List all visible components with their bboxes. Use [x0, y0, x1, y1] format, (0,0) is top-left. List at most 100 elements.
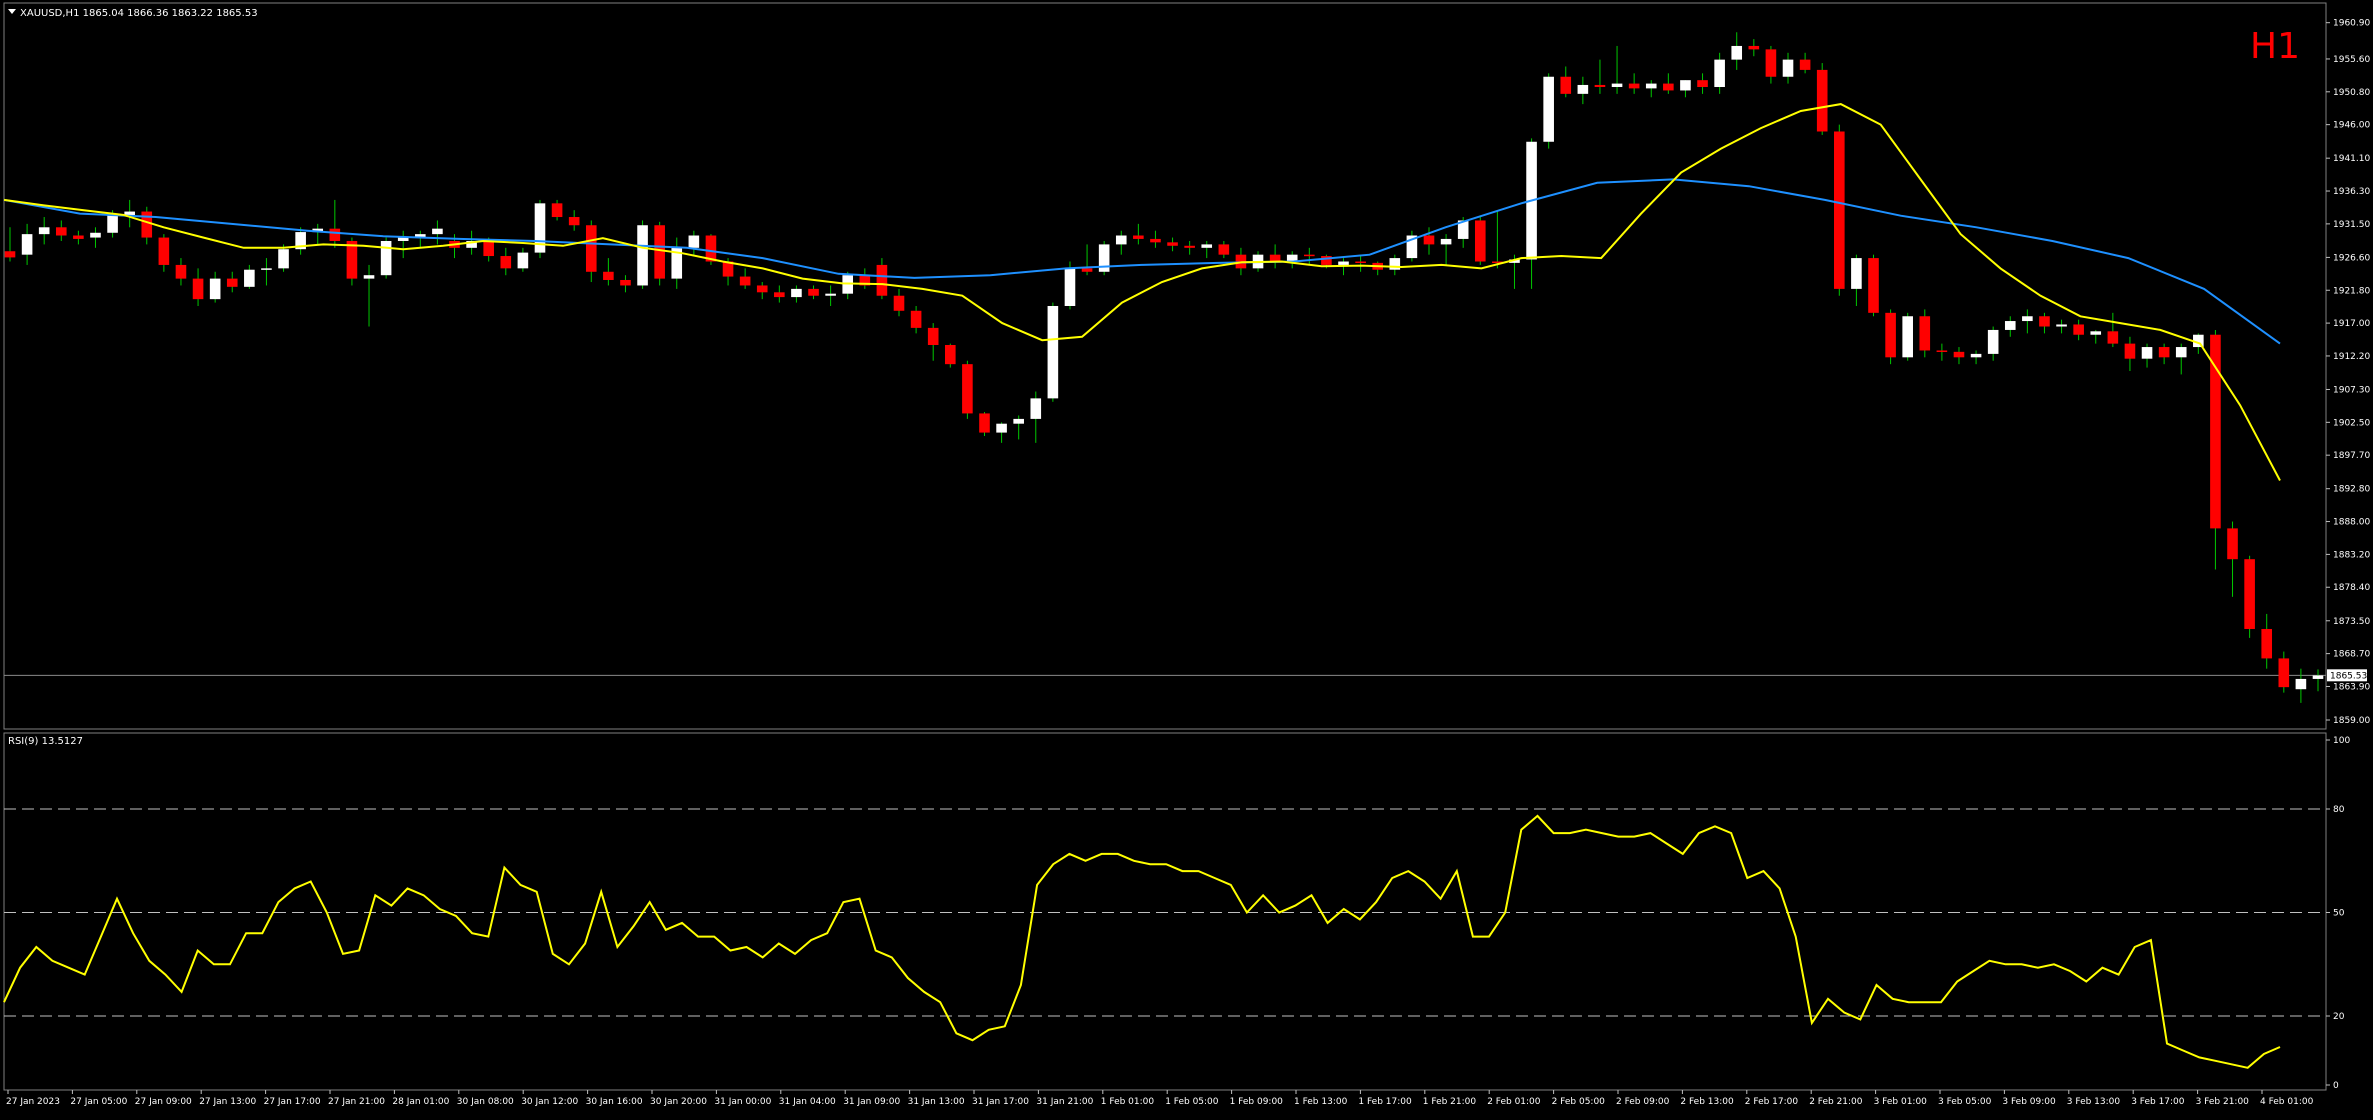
price-tick-label: 1950.80 — [2333, 88, 2370, 98]
candle-body — [226, 278, 238, 287]
chart-canvas[interactable]: 1960.90 1955.60 1950.80 1946.00 1941.10 1936.… — [0, 0, 2373, 1116]
candle — [1834, 124, 1845, 296]
candle — [380, 237, 392, 279]
candle-body — [55, 227, 67, 236]
candle-body — [1115, 235, 1127, 245]
rsi-tick-label: 0 — [2333, 1081, 2339, 1091]
candle-body — [1782, 59, 1794, 77]
candle-body — [756, 285, 768, 293]
current-price-label: 1865.53 — [2330, 671, 2367, 681]
candle-body — [1902, 316, 1913, 358]
candle-body — [1987, 329, 1999, 354]
candle — [979, 412, 990, 437]
time-tick-label: 2 Feb 13:00 — [1680, 1097, 1734, 1107]
time-tick-label: 3 Feb 17:00 — [2131, 1097, 2185, 1107]
time-tick-label: 2 Feb 01:00 — [1487, 1097, 1541, 1107]
candle — [1543, 73, 1554, 149]
candle-body — [1577, 84, 1589, 94]
candle-body — [1423, 235, 1435, 245]
price-tick-label: 1897.70 — [2333, 451, 2370, 461]
candle-body — [432, 228, 443, 235]
candle-body — [1013, 418, 1024, 424]
time-tick-label: 31 Jan 17:00 — [972, 1097, 1029, 1107]
time-tick-label: 27 Jan 2023 — [6, 1097, 60, 1107]
candle-body — [962, 364, 973, 414]
candle-body — [175, 264, 187, 279]
time-tick-label: 3 Feb 13:00 — [2067, 1097, 2121, 1107]
candle-body — [774, 292, 785, 298]
candle-body — [2227, 528, 2238, 560]
time-tick-label: 30 Jan 20:00 — [650, 1097, 707, 1107]
candle-body — [73, 235, 84, 239]
candle-body — [979, 413, 990, 433]
price-tick-label: 1941.10 — [2333, 154, 2370, 164]
candle-body — [380, 240, 392, 276]
candle-body — [2056, 324, 2067, 327]
candle-body — [1919, 316, 1931, 351]
candle-body — [1081, 268, 1093, 272]
time-tick-label: 2 Feb 21:00 — [1809, 1097, 1863, 1107]
price-tick-label: 1936.30 — [2333, 187, 2370, 197]
price-tick-label: 1863.90 — [2333, 682, 2370, 692]
candle-body — [1748, 45, 1760, 50]
candle-body — [1714, 59, 1725, 88]
rsi-tick-label: 100 — [2333, 736, 2350, 746]
time-tick-label: 3 Feb 05:00 — [1938, 1097, 1992, 1107]
candle-body — [1645, 83, 1657, 89]
price-tick-label: 1888.00 — [2333, 518, 2370, 528]
time-tick-label: 27 Jan 09:00 — [135, 1097, 192, 1107]
rsi-tick-label: 20 — [2333, 1012, 2345, 1022]
candle-body — [1440, 238, 1452, 245]
candle — [2244, 555, 2255, 638]
time-tick-label: 1 Feb 05:00 — [1165, 1097, 1219, 1107]
time-tick-label: 3 Feb 21:00 — [2196, 1097, 2250, 1107]
price-tick-label: 1859.00 — [2333, 716, 2370, 726]
candle-body — [1834, 131, 1845, 289]
candle-body — [1474, 220, 1486, 262]
candle-body — [1885, 312, 1896, 358]
time-tick-label: 31 Jan 04:00 — [779, 1097, 836, 1107]
candle-body — [209, 278, 221, 300]
candle-body — [893, 295, 905, 311]
candle — [1098, 240, 1110, 276]
price-tick-label: 1931.50 — [2333, 220, 2370, 230]
candle-body — [2312, 675, 2324, 679]
chart-background — [0, 0, 2373, 1116]
time-tick-label: 3 Feb 09:00 — [2002, 1097, 2056, 1107]
time-tick-label: 28 Jan 01:00 — [392, 1097, 449, 1107]
rsi-label: RSI(9) 13.5127 — [8, 736, 83, 747]
candle-body — [825, 293, 836, 296]
chart-window[interactable]: 1960.90 1955.60 1950.80 1946.00 1941.10 1936.… — [0, 0, 2373, 1116]
candle-body — [996, 423, 1007, 433]
candle-body — [500, 256, 512, 269]
candle-body — [1338, 261, 1349, 265]
candle — [637, 220, 648, 289]
candle-body — [910, 310, 922, 328]
candle-body — [927, 327, 939, 345]
candle — [1816, 63, 1828, 135]
candle-body — [1953, 351, 1965, 358]
candle-body — [2295, 678, 2307, 690]
candle-body — [2004, 321, 2016, 330]
symbol-info: XAUUSD,H1 1865.04 1866.36 1863.22 1865.5… — [20, 8, 258, 19]
candle-body — [1680, 80, 1691, 91]
candle-body — [1047, 305, 1059, 399]
time-tick-label: 31 Jan 13:00 — [908, 1097, 965, 1107]
candle-body — [1269, 254, 1281, 262]
time-tick-label: 31 Jan 09:00 — [843, 1097, 900, 1107]
candle-body — [2141, 347, 2153, 359]
candle-body — [637, 225, 648, 286]
time-tick-label: 1 Feb 13:00 — [1294, 1097, 1348, 1107]
candle-body — [1816, 69, 1828, 132]
candle-body — [363, 275, 375, 279]
time-tick-label: 30 Jan 12:00 — [521, 1097, 578, 1107]
time-tick-label: 27 Jan 17:00 — [264, 1097, 321, 1107]
candle-body — [2039, 316, 2050, 327]
candle — [654, 221, 665, 286]
candle-body — [2158, 347, 2170, 358]
candle-body — [1936, 350, 1948, 352]
candle-body — [1970, 353, 1982, 358]
price-tick-label: 1883.20 — [2333, 550, 2370, 560]
time-tick-label: 2 Feb 05:00 — [1552, 1097, 1606, 1107]
candle-body — [551, 203, 563, 218]
